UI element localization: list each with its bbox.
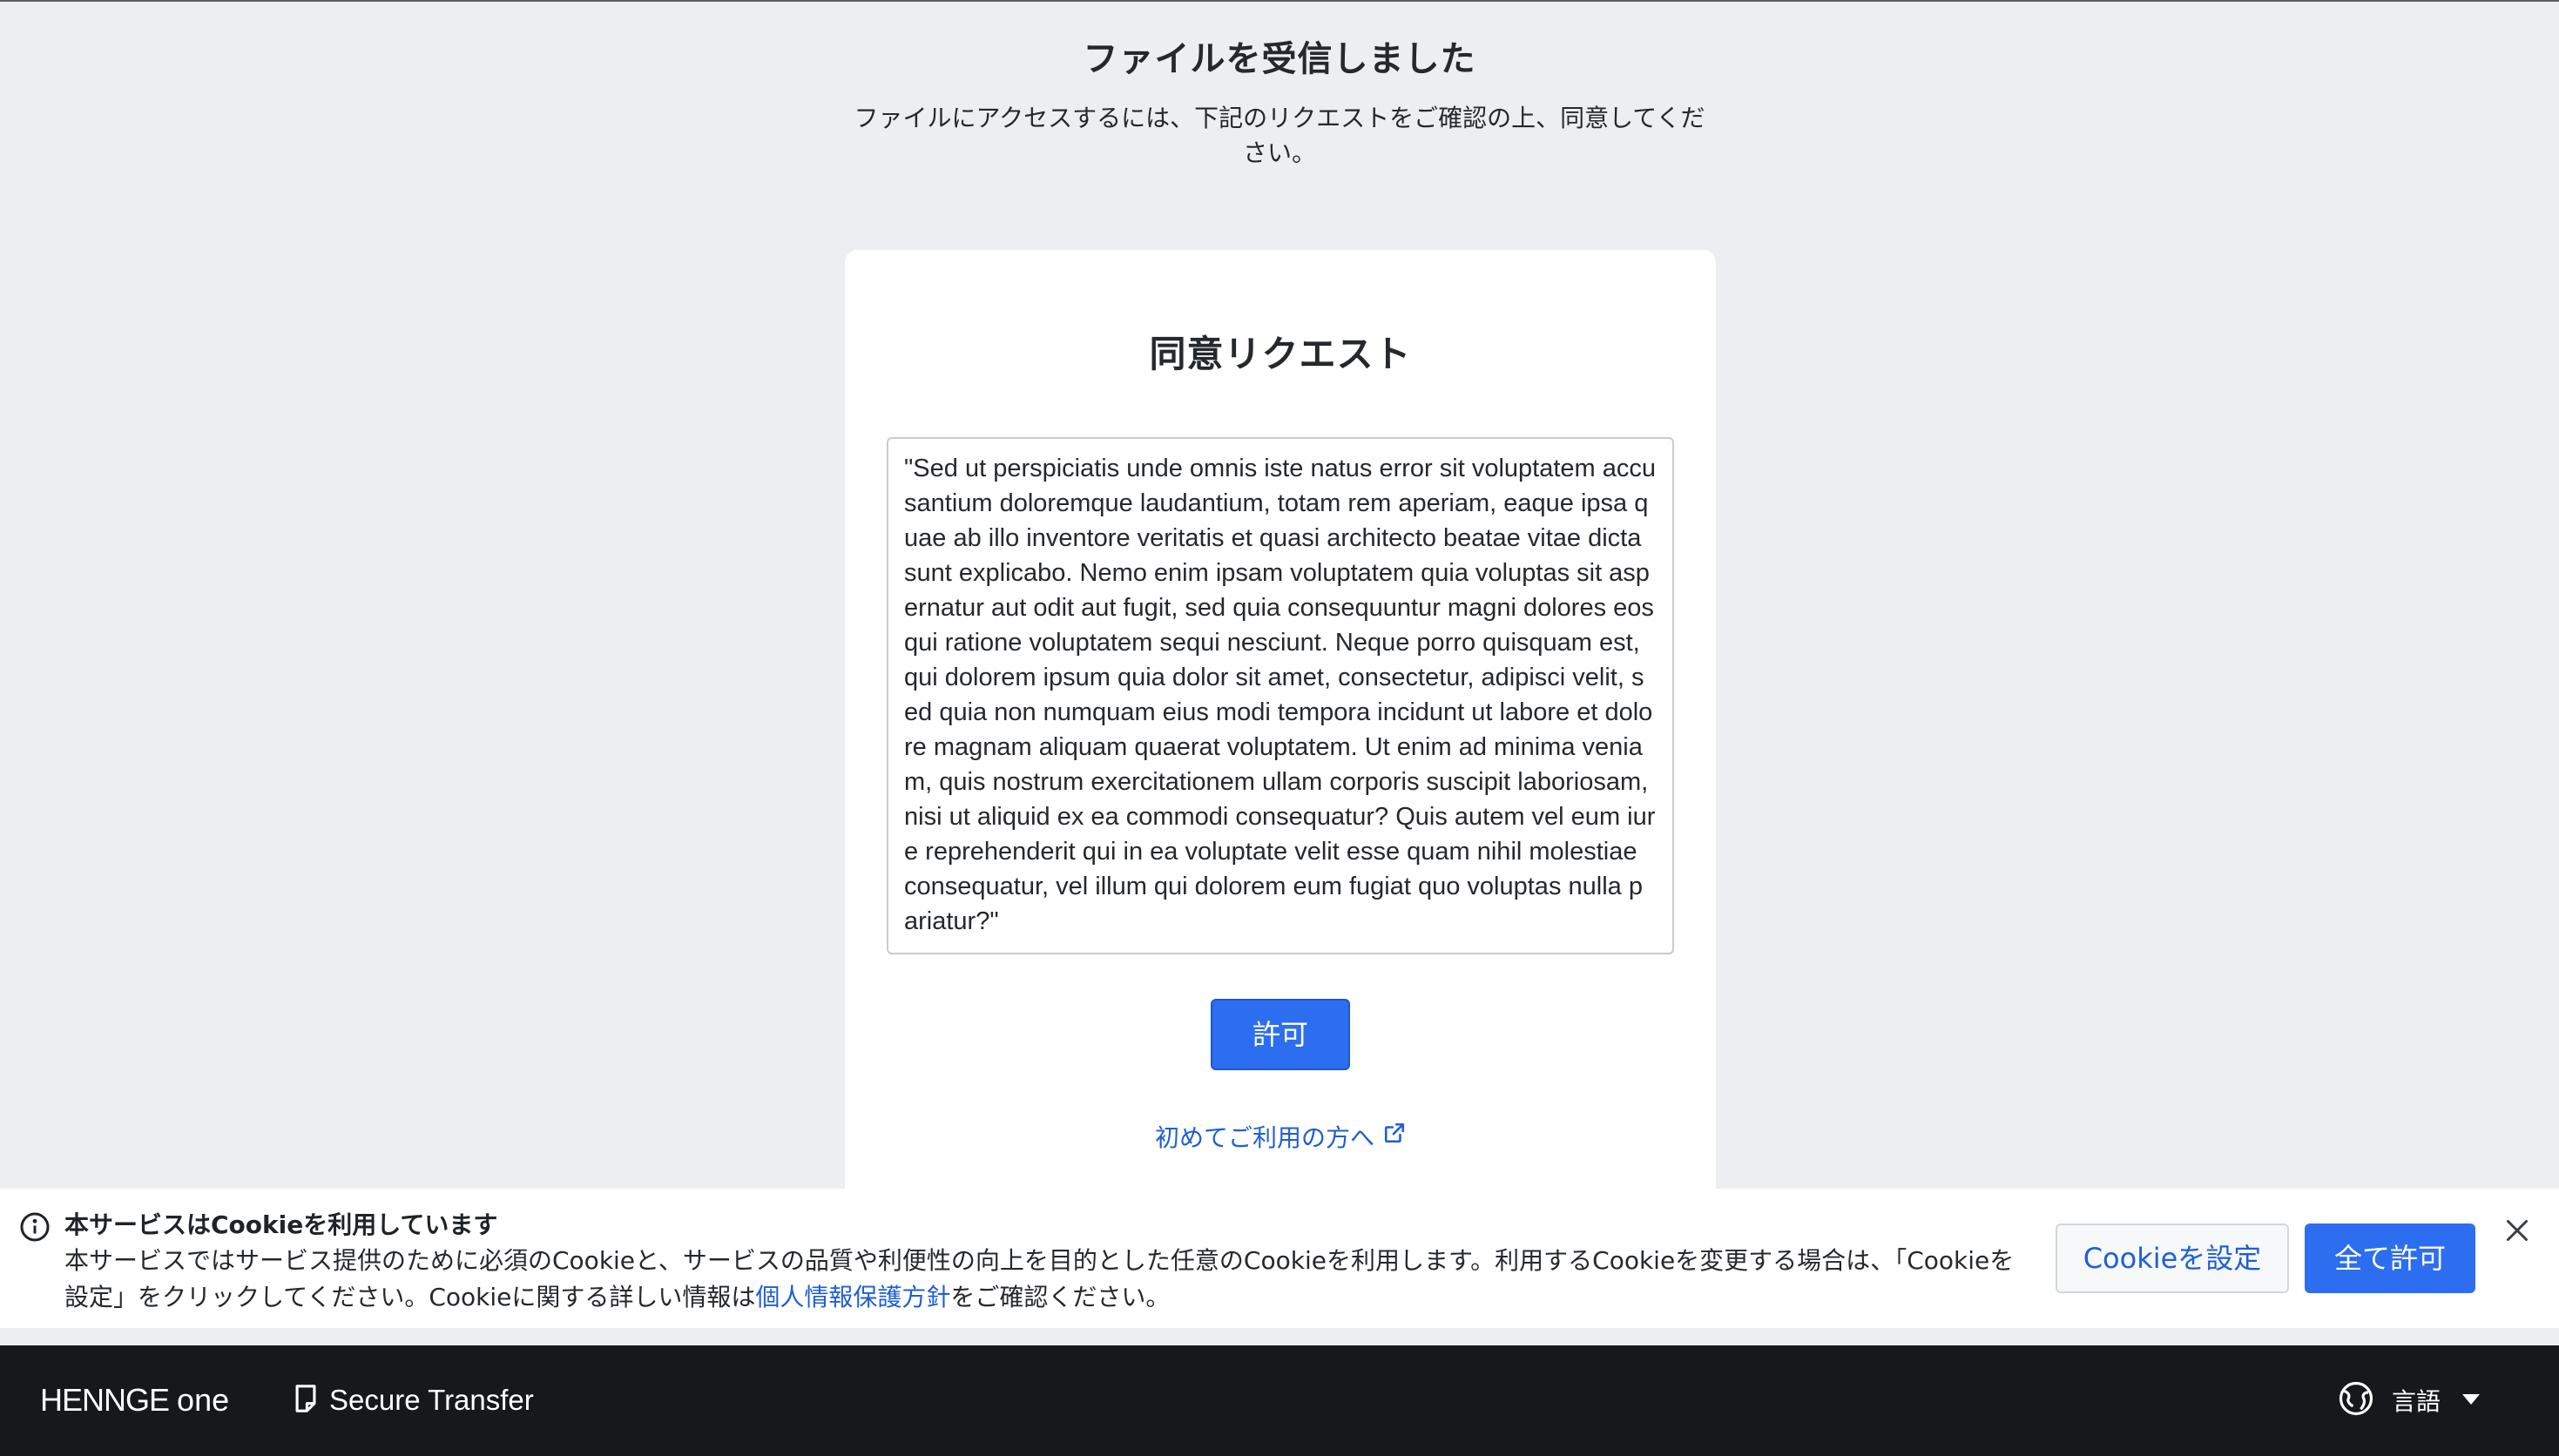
caret-down-icon — [2461, 1392, 2481, 1409]
page-header: ファイルを受信しました ファイルにアクセスするには、下記のリクエストをご確認の上… — [0, 35, 2559, 171]
consent-heading: 同意リクエスト — [1149, 333, 1412, 375]
logo-text: one — [177, 1382, 230, 1418]
product-label: Secure Transfer — [329, 1384, 534, 1416]
cookie-description: 本サービスではサービス提供のために必須のCookieと、サービスの品質や利便性の… — [64, 1243, 2033, 1316]
cookie-banner: 本サービスはCookieを利用しています 本サービスではサービス提供のために必須… — [0, 1189, 2559, 1328]
page-subtitle: ファイルにアクセスするには、下記のリクエストをご確認の上、同意してください。 — [854, 104, 1705, 167]
first-time-link-label: 初めてご利用の方へ — [1154, 1123, 1374, 1152]
product-name: Secure Transfer — [293, 1380, 534, 1420]
first-time-link[interactable]: 初めてご利用の方へ — [845, 1121, 1716, 1156]
cookie-title: 本サービスはCookieを利用しています — [64, 1210, 498, 1239]
cookie-settings-button[interactable]: Cookieを設定 — [2056, 1223, 2289, 1293]
footer-bar: HENNGE one Secure Transfer 言語 — [0, 1345, 2559, 1456]
document-icon — [293, 1384, 319, 1417]
page-title: ファイルを受信しました — [1083, 39, 1476, 79]
globe-icon — [2338, 1380, 2374, 1420]
consent-text-box[interactable]: "Sed ut perspiciatis unde omnis iste nat… — [887, 437, 1674, 954]
cookie-text-part: をご確認ください。 — [950, 1283, 1171, 1311]
info-icon — [19, 1211, 51, 1246]
external-link-icon — [1383, 1119, 1406, 1154]
top-border — [0, 0, 2559, 2]
cookie-allow-all-button[interactable]: 全て許可 — [2305, 1223, 2475, 1293]
consent-card: 同意リクエスト "Sed ut perspiciatis unde omnis … — [845, 250, 1716, 1208]
henngeone-logo: HENNGE one — [40, 1380, 229, 1420]
language-selector[interactable]: 言語 — [2338, 1378, 2481, 1422]
language-label: 言語 — [2392, 1387, 2441, 1416]
allow-button[interactable]: 許可 — [1211, 999, 1350, 1070]
privacy-policy-link[interactable]: 個人情報保護方針 — [755, 1283, 950, 1311]
close-icon[interactable] — [2502, 1215, 2533, 1246]
logo-text: HENNGE — [40, 1382, 170, 1418]
